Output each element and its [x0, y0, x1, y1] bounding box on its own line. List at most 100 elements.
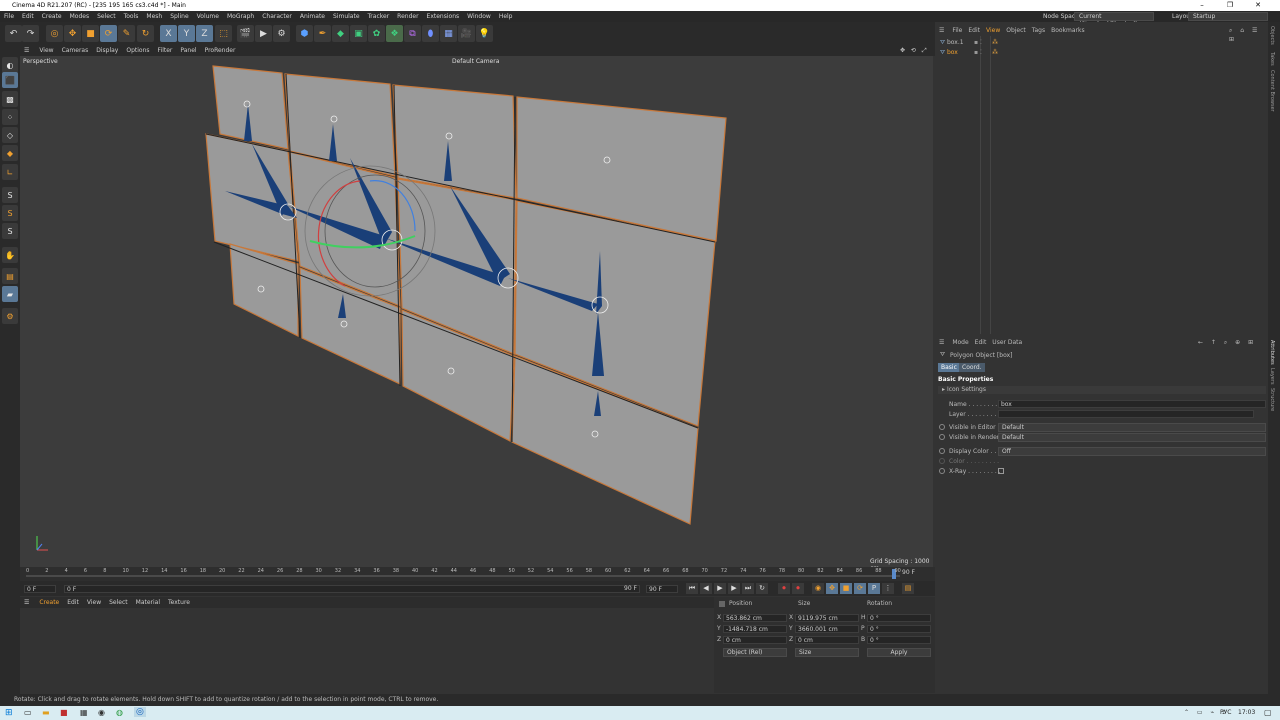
attr-nav-icons[interactable]: ← ↑ ⌕ ⊕ ⊞ — [1198, 338, 1256, 347]
display-color-dropdown[interactable]: Off — [998, 447, 1266, 456]
tab-basic[interactable]: Basic — [938, 363, 960, 372]
material-manager[interactable] — [20, 597, 714, 693]
menu-create[interactable]: Create — [38, 11, 66, 22]
icon-settings-group[interactable]: ▸ Icon Settings — [938, 386, 1266, 394]
perspective-viewport[interactable]: Perspective Default Camera Grid Spacing … — [20, 56, 933, 567]
menu-mesh[interactable]: Mesh — [142, 11, 166, 22]
coordinate-system-icon[interactable]: ⬚ — [215, 25, 232, 42]
windows-start-icon[interactable]: ⊞ — [5, 708, 13, 718]
visible-editor-dropdown[interactable]: Default — [998, 423, 1266, 432]
goto-start-icon[interactable]: ⏮ — [686, 583, 698, 594]
coords-size-dropdown[interactable]: Size — [795, 648, 859, 657]
radio-xray[interactable] — [939, 468, 945, 474]
subdivision-icon[interactable]: ◆ — [332, 25, 349, 42]
task-view-icon[interactable]: ▭ — [24, 708, 32, 717]
tab-layers[interactable]: Layers — [1269, 368, 1275, 385]
points-mode-icon[interactable]: ⁘ — [2, 109, 18, 125]
menu-help[interactable]: Help — [495, 11, 517, 22]
cube-icon[interactable]: ⬢ — [296, 25, 313, 42]
mat-menu-texture[interactable]: Texture — [164, 597, 194, 608]
key-position-icon[interactable]: ✥ — [826, 583, 838, 594]
prev-frame-icon[interactable]: ◀ — [700, 583, 712, 594]
start-frame-field[interactable]: 0 F — [24, 585, 56, 593]
node-space-dropdown[interactable]: Current (Standard/Physical) — [1074, 12, 1154, 28]
coords-mode-dropdown[interactable]: Object (Rel) — [723, 648, 787, 657]
object-name[interactable]: box — [947, 49, 958, 56]
rot-h-field[interactable]: 0 ° — [867, 614, 931, 622]
om-menu-view[interactable]: View — [983, 27, 1003, 34]
pos-y-field[interactable]: -1484.718 cm — [723, 625, 787, 633]
planar-workplane-icon[interactable]: ▰ — [2, 286, 18, 302]
light-icon[interactable]: 💡 — [476, 25, 493, 42]
key-scale-icon[interactable]: ■ — [840, 583, 852, 594]
visible-renderer-dropdown[interactable]: Default — [998, 433, 1266, 442]
render-picture-viewer-icon[interactable]: ▶ — [255, 25, 272, 42]
tab-structure[interactable]: Structure — [1269, 388, 1275, 411]
vp-menu-cameras[interactable]: Cameras — [58, 46, 93, 56]
cinema4d-taskbar-icon[interactable]: ◎ — [134, 707, 146, 717]
radio-color[interactable] — [939, 458, 945, 464]
tab-coord[interactable]: Coord. — [959, 363, 985, 372]
play-icon[interactable]: ▶ — [714, 583, 726, 594]
recent-tool-icon[interactable]: ✎ — [118, 25, 135, 42]
layout-dropdown[interactable]: Startup — [1188, 12, 1268, 21]
om-menu-object[interactable]: Object — [1003, 27, 1029, 34]
model-mode-icon[interactable]: ⬛ — [2, 72, 18, 88]
menu-tools[interactable]: Tools — [120, 11, 143, 22]
menu-modes[interactable]: Modes — [66, 11, 93, 22]
record-icon[interactable]: ⏺ — [778, 583, 790, 594]
rotate-icon[interactable]: ⟳ — [100, 25, 117, 42]
undo-icon[interactable]: ↶ — [5, 25, 22, 42]
coords-lock-icon[interactable] — [719, 601, 725, 607]
floor-icon[interactable]: ▦ — [440, 25, 457, 42]
name-field[interactable]: box — [998, 400, 1266, 408]
tab-attributes[interactable]: Attributes — [1269, 340, 1275, 365]
pos-z-field[interactable]: 0 cm — [723, 636, 787, 644]
visibility-toggle-icon[interactable]: ▪ ⁚ — [974, 38, 982, 47]
menu-edit[interactable]: Edit — [18, 11, 38, 22]
key-pla-icon[interactable]: ⋮ — [882, 583, 894, 594]
app-icon[interactable]: ■ — [60, 708, 68, 717]
field-icon[interactable]: ⬮ — [422, 25, 439, 42]
cloner-icon[interactable]: ✿ — [368, 25, 385, 42]
radio-display-color[interactable] — [939, 448, 945, 454]
live-selection-icon[interactable]: ◎ — [46, 25, 63, 42]
edges-mode-icon[interactable]: ◇ — [2, 127, 18, 143]
vp-menu-filter[interactable]: Filter — [154, 46, 177, 56]
scale-icon[interactable]: ■ — [82, 25, 99, 42]
explorer-icon[interactable]: ▬ — [42, 708, 50, 717]
radio-visible-editor[interactable] — [939, 424, 945, 430]
mat-menu-view[interactable]: View — [83, 597, 105, 608]
make-editable-icon[interactable]: ◐ — [2, 57, 18, 73]
restore-button[interactable]: ❐ — [1216, 0, 1244, 11]
menu-select[interactable]: Select — [93, 11, 120, 22]
app-icon[interactable]: ▦ — [80, 708, 88, 717]
tab-content-browser[interactable]: Content Browser — [1269, 70, 1275, 112]
autokey-icon[interactable]: ⏺ — [792, 583, 804, 594]
vp-menu-view[interactable]: View — [35, 46, 57, 56]
mat-menu-select[interactable]: Select — [105, 597, 132, 608]
array-icon[interactable]: ▣ — [350, 25, 367, 42]
redo-icon[interactable]: ↷ — [22, 25, 39, 42]
vp-menu-panel[interactable]: Panel — [176, 46, 200, 56]
key-param-icon[interactable]: P — [868, 583, 880, 594]
om-menu-file[interactable]: File — [949, 27, 965, 34]
material-tag-icon[interactable]: ⁂ — [992, 38, 998, 47]
render-view-icon[interactable]: 🎬 — [237, 25, 254, 42]
loop-icon[interactable]: ↻ — [756, 583, 768, 594]
object-row-box[interactable]: ⛛ box ▪ ⁚ ⁂ — [940, 48, 1268, 57]
goto-end-icon[interactable]: ⏭ — [742, 583, 754, 594]
axis-mode-icon[interactable]: ∟ — [2, 164, 18, 180]
camera-icon[interactable]: 🎥 — [458, 25, 475, 42]
render-settings-icon[interactable]: ⚙ — [273, 25, 290, 42]
workplane-snap-icon[interactable]: S — [2, 223, 18, 239]
vp-menu-display[interactable]: Display — [92, 46, 122, 56]
deformer-icon[interactable]: ⧉ — [404, 25, 421, 42]
app-icon[interactable]: ◉ — [98, 708, 105, 717]
menu-spline[interactable]: Spline — [166, 11, 192, 22]
menu-file[interactable]: File — [0, 11, 18, 22]
polygons-mode-icon[interactable]: ◆ — [2, 145, 18, 161]
mat-menu-create[interactable]: Create — [35, 597, 63, 608]
viewport-hamburger-icon[interactable]: ☰ — [20, 46, 33, 56]
mat-menu-edit[interactable]: Edit — [63, 597, 83, 608]
